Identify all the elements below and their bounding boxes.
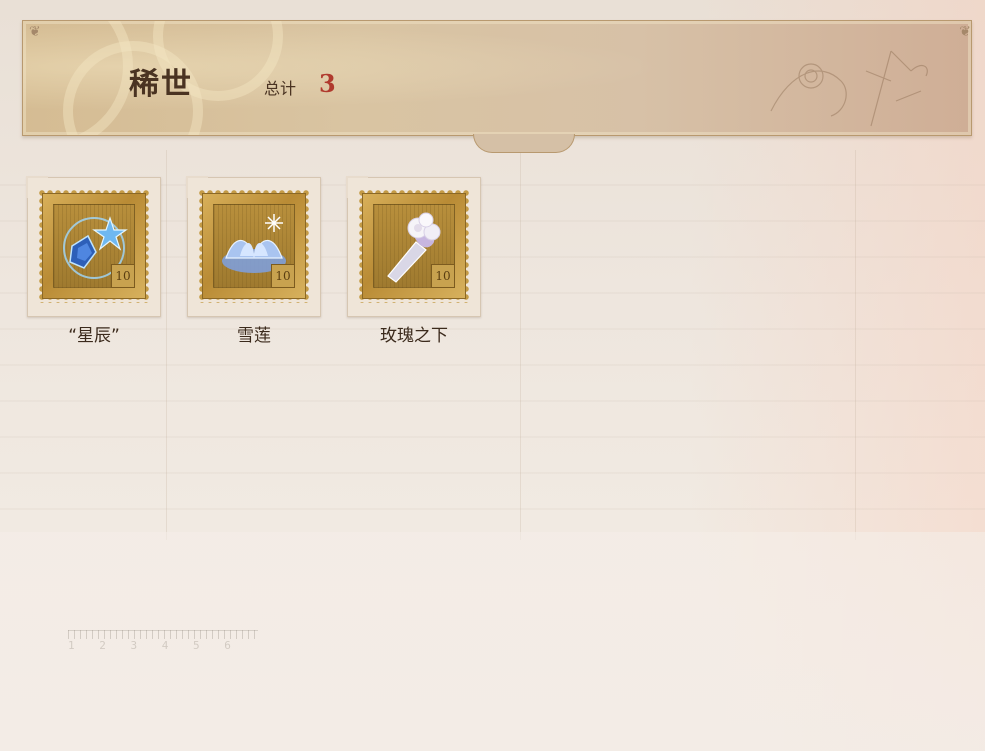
stamp-denomination: 10 [271,264,295,288]
stamp-frame: 10 [26,176,161,317]
item-name: “星辰” [68,326,120,346]
stamp-frame: 10 [346,176,481,317]
stamp-denomination: 10 [111,264,135,288]
total-label: 总计 [264,79,297,98]
ledger-divider [166,150,167,540]
stamp: 10 [38,189,150,303]
stamp-denomination: 10 [431,264,455,288]
rose-sketch-icon [770,50,928,127]
stamp: 10 [198,189,310,303]
ruler-digits: 1 2 3 4 5 6 [68,639,240,652]
stamp-item-xuelian[interactable]: 10 雪莲 [186,176,321,357]
category-title: 稀世 [129,67,193,102]
category-header-banner: ❦ ❦ 稀世 总计 3 [22,20,972,153]
stamp: 10 [358,189,470,303]
ledger-divider [855,150,856,540]
stamp-item-meigui[interactable]: 10 玫瑰之下 [346,176,481,357]
ledger-divider [520,150,521,540]
item-name: 玫瑰之下 [380,326,448,346]
stamp-item-xingchen[interactable]: 10 “星辰” [26,176,161,357]
faded-ruler: 1 2 3 4 5 6 [68,630,258,670]
corner-ornament-icon: ❦ [29,24,41,40]
item-name: 雪莲 [237,326,271,346]
ruler-ticks [68,630,258,639]
stamp-frame: 10 [186,176,321,317]
total-count: 3 [319,69,336,98]
